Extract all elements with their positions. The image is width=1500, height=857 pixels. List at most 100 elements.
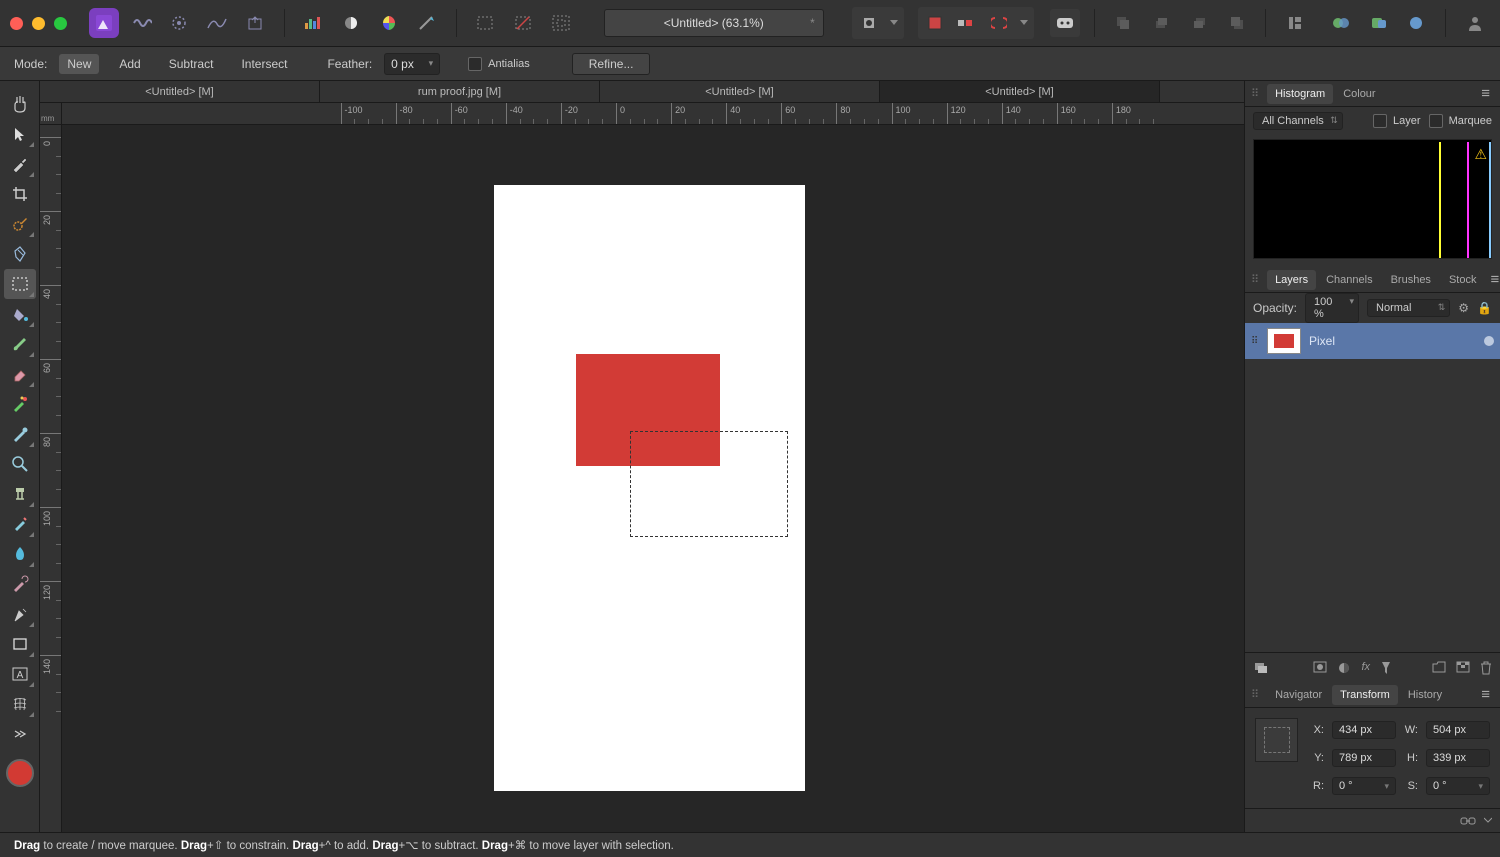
panel-grip-icon[interactable]: ⠿ [1251, 87, 1259, 100]
dodge-brush-tool[interactable] [4, 419, 36, 449]
fullscreen-window-button[interactable] [54, 17, 67, 30]
mode-add-button[interactable]: Add [111, 54, 148, 74]
deselect-button[interactable] [508, 9, 538, 37]
account-button[interactable] [1460, 9, 1490, 37]
document-tab[interactable]: <Untitled> [M] [40, 81, 320, 102]
selection-brush-tool[interactable] [4, 209, 36, 239]
histogram-layer-checkbox[interactable]: Layer [1373, 114, 1421, 128]
move-tool[interactable] [4, 119, 36, 149]
select-all-button[interactable] [471, 9, 501, 37]
y-input[interactable]: 789 px [1332, 749, 1396, 767]
history-tab[interactable]: History [1400, 685, 1450, 705]
quick-mask-dropdown[interactable] [886, 9, 902, 37]
rectangular-marquee-tool[interactable] [4, 269, 36, 299]
export-persona-button[interactable] [240, 9, 270, 37]
refine-button[interactable]: Refine... [572, 53, 651, 75]
addons-button[interactable] [1364, 9, 1394, 37]
panel-menu-button[interactable]: ≡ [1486, 271, 1500, 288]
canvas-viewport[interactable] [62, 125, 1244, 832]
vertical-ruler[interactable]: 020406080100120140 [40, 125, 62, 832]
panel-menu-button[interactable]: ≡ [1477, 686, 1494, 703]
channels-tab[interactable]: Channels [1318, 270, 1380, 290]
antialias-checkbox[interactable]: Antialias [468, 57, 530, 71]
document-tab[interactable]: rum proof.jpg [M] [320, 81, 600, 102]
add-adjustment-button[interactable] [1337, 661, 1351, 675]
mesh-warp-tool[interactable] [4, 689, 36, 719]
histogram-channels-dropdown[interactable]: All Channels⇅ [1253, 112, 1343, 130]
panel-grip-icon[interactable]: ⠿ [1251, 273, 1259, 286]
layer-grip-icon[interactable]: ⠿ [1251, 336, 1259, 347]
arrange-button[interactable] [1280, 9, 1310, 37]
paint-mixer-brush-tool[interactable] [4, 389, 36, 419]
mode-new-button[interactable]: New [59, 54, 99, 74]
move-forward-button[interactable] [1184, 9, 1214, 37]
auto-colours-button[interactable] [374, 9, 404, 37]
tonemap-persona-button[interactable] [202, 9, 232, 37]
blend-mode-dropdown[interactable]: Normal⇅ [1367, 299, 1450, 317]
merge-layers-button[interactable] [1253, 661, 1269, 675]
crop-tool[interactable] [4, 179, 36, 209]
h-input[interactable]: 339 px [1426, 749, 1490, 767]
stock-button[interactable] [1326, 9, 1356, 37]
view-tool[interactable] [4, 89, 36, 119]
transform-anchor-widget[interactable] [1255, 718, 1298, 762]
document-tab[interactable]: <Untitled> [M] [600, 81, 880, 102]
layer-thumbnail[interactable] [1267, 328, 1301, 354]
delete-layer-button[interactable] [1480, 661, 1492, 675]
ruler-unit-label[interactable]: mm [40, 103, 62, 125]
x-input[interactable]: 434 px [1332, 721, 1396, 739]
r-input[interactable]: 0 °▾ [1332, 777, 1396, 795]
rectangle-tool[interactable] [4, 629, 36, 659]
expand-tools-button[interactable] [4, 719, 36, 749]
quick-mask-button[interactable] [854, 9, 884, 37]
move-backward-button[interactable] [1146, 9, 1176, 37]
layer-row[interactable]: ⠿ Pixel [1245, 323, 1500, 359]
add-fx-button[interactable]: fx [1361, 661, 1370, 675]
add-mask-button[interactable] [1313, 661, 1327, 675]
minimize-window-button[interactable] [32, 17, 45, 30]
layers-lock-icon[interactable]: 🔒 [1477, 301, 1492, 315]
move-front-button[interactable] [1222, 9, 1252, 37]
feather-input[interactable]: 0 px ▾ [384, 53, 440, 75]
navigator-tab[interactable]: Navigator [1267, 685, 1330, 705]
add-live-filter-button[interactable] [1380, 661, 1392, 675]
horizontal-ruler[interactable]: -100-80-60-40-20020406080100120140160180 [62, 103, 1244, 125]
layer-name-label[interactable]: Pixel [1309, 334, 1335, 348]
move-back-button[interactable] [1109, 9, 1139, 37]
erase-brush-tool[interactable] [4, 359, 36, 389]
colour-tab[interactable]: Colour [1335, 84, 1383, 104]
smudge-brush-tool[interactable] [4, 539, 36, 569]
mode-subtract-button[interactable]: Subtract [161, 54, 222, 74]
panel-grip-icon[interactable]: ⠿ [1251, 688, 1259, 701]
selection-marquee[interactable] [630, 431, 788, 537]
undo-brush-tool[interactable] [4, 569, 36, 599]
invert-selection-button[interactable] [546, 9, 576, 37]
document-title[interactable]: <Untitled> (63.1%) * [604, 9, 824, 37]
help-button[interactable] [1402, 9, 1432, 37]
histogram-tab[interactable]: Histogram [1267, 84, 1333, 104]
inpainting-brush-tool[interactable] [4, 509, 36, 539]
layers-settings-icon[interactable]: ⚙ [1458, 301, 1469, 315]
close-window-button[interactable] [10, 17, 23, 30]
w-input[interactable]: 504 px [1426, 721, 1490, 739]
auto-white-balance-button[interactable] [412, 9, 442, 37]
brushes-tab[interactable]: Brushes [1383, 270, 1439, 290]
s-input[interactable]: 0 °▾ [1426, 777, 1490, 795]
clone-brush-tool[interactable] [4, 479, 36, 509]
liquify-persona-button[interactable] [127, 9, 157, 37]
assistant-button[interactable] [1050, 9, 1080, 37]
opacity-input[interactable]: 100 %▾ [1305, 293, 1359, 323]
flood-select-tool[interactable] [4, 239, 36, 269]
pixel-alignment-toggle[interactable] [952, 9, 982, 37]
panel-menu-button[interactable]: ≡ [1477, 85, 1494, 102]
paint-brush-tool[interactable] [4, 329, 36, 359]
colour-picker-tool[interactable] [4, 149, 36, 179]
develop-persona-button[interactable] [164, 9, 194, 37]
add-pixel-layer-button[interactable] [1456, 661, 1470, 675]
mode-intersect-button[interactable]: Intersect [233, 54, 295, 74]
layer-visibility-toggle[interactable] [1484, 336, 1494, 346]
histogram-marquee-checkbox[interactable]: Marquee [1429, 114, 1492, 128]
group-layers-button[interactable] [1432, 661, 1446, 675]
text-tool[interactable]: A [4, 659, 36, 689]
zoom-tool[interactable] [4, 449, 36, 479]
